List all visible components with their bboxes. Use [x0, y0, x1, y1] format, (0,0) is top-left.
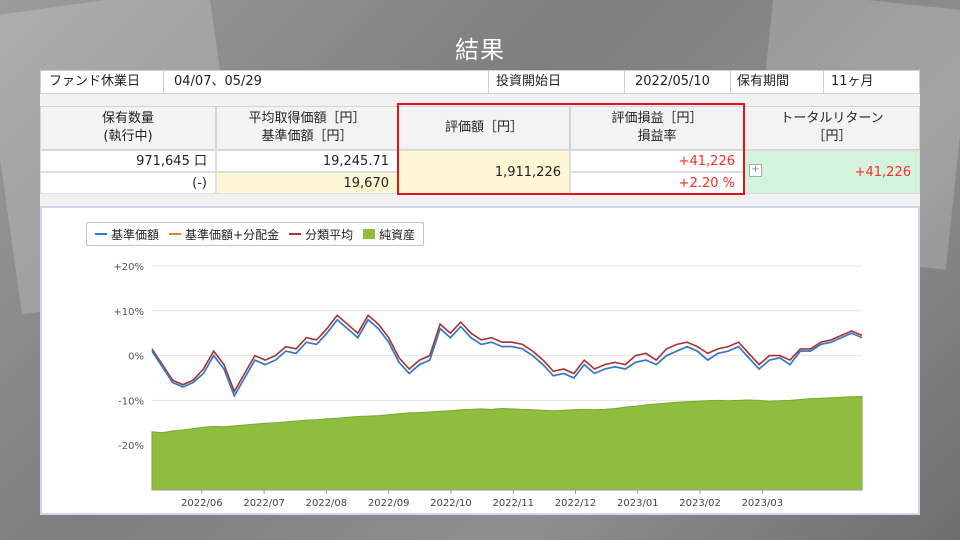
header-avg-cost-line2: 基準価額［円］: [261, 129, 353, 144]
divider: [163, 71, 164, 93]
series-net-assets-area: [151, 395, 863, 491]
x-tick-label: 2023/03: [742, 498, 784, 509]
performance-chart: 基準価額 基準価額+分配金 分類平均 純資産 +20% +10% 0% -10% -20…: [40, 206, 920, 515]
divider: [624, 71, 625, 93]
fund-result-panel: ファンド休業日 04/07、05/29 投資開始日 2022/05/10 保有期…: [40, 70, 920, 515]
header-avg-cost: 平均取得価額［円］ 基準価額［円］: [216, 106, 398, 150]
divider: [823, 71, 824, 93]
highlight-frame: [397, 103, 745, 195]
holiday-value: 04/07、05/29: [174, 74, 262, 89]
start-date-label: 投資開始日: [496, 74, 562, 89]
series-category-avg-line: [151, 314, 863, 394]
nav-value: 19,670: [216, 172, 398, 194]
header-total-return-line2: ［円］: [812, 129, 852, 144]
x-tick-label: 2022/08: [306, 498, 348, 509]
header-avg-cost-line1: 平均取得価額［円］: [248, 111, 366, 126]
chart-plot: +20% +10% 0% -10% -20% 2022/06 2022/07 2022/08 2…: [113, 262, 863, 509]
x-tick-label: 2022/07: [243, 498, 285, 509]
avg-cost-value: 19,245.71: [216, 150, 398, 172]
divider: [488, 71, 489, 93]
info-bar: ファンド休業日 04/07、05/29 投資開始日 2022/05/10 保有期…: [40, 70, 920, 94]
quantity-pending: (-): [40, 172, 216, 194]
quantity-value: 971,645 口: [40, 150, 216, 172]
divider: [730, 71, 731, 93]
expand-plus-icon[interactable]: +: [749, 164, 762, 177]
x-tick-label: 2022/06: [181, 498, 223, 509]
header-quantity-line1: 保有数量: [101, 111, 154, 126]
x-tick-label: 2022/12: [555, 498, 597, 509]
y-tick-label: +10%: [113, 307, 144, 318]
start-date-value: 2022/05/10: [635, 74, 710, 89]
header-quantity-line2: (執行中): [103, 129, 153, 144]
header-total-return-line1: トータルリターン: [780, 111, 884, 126]
x-tick-label: 2022/09: [368, 498, 410, 509]
holding-period-label: 保有期間: [737, 74, 790, 89]
x-tick-label: 2023/01: [617, 498, 659, 509]
y-tick-label: 0%: [128, 352, 144, 363]
holding-period-value: 11ヶ月: [831, 74, 874, 89]
page-title: 結果: [455, 36, 505, 64]
y-tick-label: +20%: [113, 262, 144, 273]
header-quantity: 保有数量 (執行中): [40, 106, 216, 150]
y-tick-label: -20%: [118, 441, 144, 452]
y-tick-label: -10%: [118, 396, 144, 407]
holiday-label: ファンド休業日: [49, 74, 141, 89]
x-tick-label: 2022/10: [430, 498, 472, 509]
header-total-return: トータルリターン ［円］: [744, 106, 920, 150]
total-return-value: +41,226: [744, 150, 920, 194]
x-tick-label: 2023/02: [679, 498, 721, 509]
x-tick-label: 2022/11: [492, 498, 534, 509]
